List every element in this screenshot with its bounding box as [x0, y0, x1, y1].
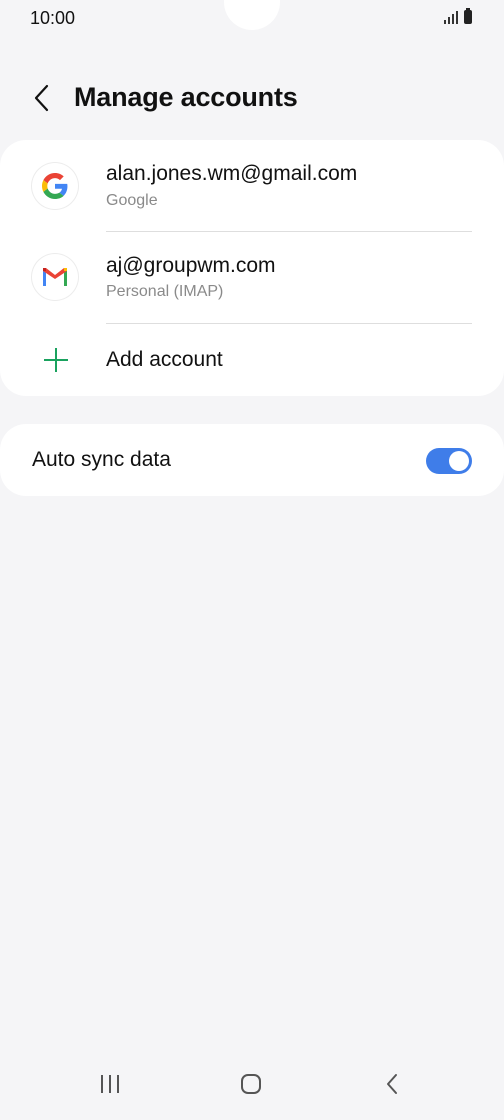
- status-time: 10:00: [30, 8, 76, 28]
- home-button[interactable]: [231, 1068, 271, 1100]
- camera-notch: [224, 0, 280, 30]
- app-header: Manage accounts: [0, 76, 504, 120]
- page-title: Manage accounts: [74, 82, 298, 112]
- home-icon: [241, 1074, 261, 1094]
- account-email: alan.jones.wm@gmail.com: [106, 162, 358, 185]
- back-button[interactable]: [24, 78, 60, 118]
- back-icon: [387, 1074, 397, 1094]
- account-type: Personal (IMAP): [106, 283, 224, 300]
- gmail-icon: [32, 254, 78, 300]
- account-email: aj@groupwm.com: [106, 254, 276, 277]
- account-row-google[interactable]: alan.jones.wm@gmail.com Google: [0, 140, 504, 232]
- account-row-imap[interactable]: aj@groupwm.com Personal (IMAP): [0, 232, 504, 324]
- auto-sync-label: Auto sync data: [32, 448, 171, 471]
- auto-sync-card: Auto sync data: [0, 424, 504, 496]
- auto-sync-toggle[interactable]: [426, 448, 472, 474]
- navigation-bar: [0, 1056, 504, 1120]
- add-account-label: Add account: [106, 348, 223, 371]
- battery-icon: [464, 8, 472, 24]
- account-type: Google: [106, 192, 158, 209]
- recent-apps-icon: [101, 1075, 119, 1093]
- google-icon: [32, 163, 78, 209]
- status-icons: [444, 8, 472, 24]
- chevron-left-icon: [34, 84, 49, 112]
- status-bar: 10:00: [0, 0, 504, 40]
- toggle-knob: [449, 451, 469, 471]
- signal-icon: [444, 10, 458, 24]
- recent-apps-button[interactable]: [90, 1068, 130, 1100]
- plus-icon: [42, 346, 70, 374]
- nav-back-button[interactable]: [372, 1068, 412, 1100]
- add-account-button[interactable]: Add account: [0, 324, 504, 396]
- accounts-card: alan.jones.wm@gmail.com Google aj@groupw…: [0, 140, 504, 396]
